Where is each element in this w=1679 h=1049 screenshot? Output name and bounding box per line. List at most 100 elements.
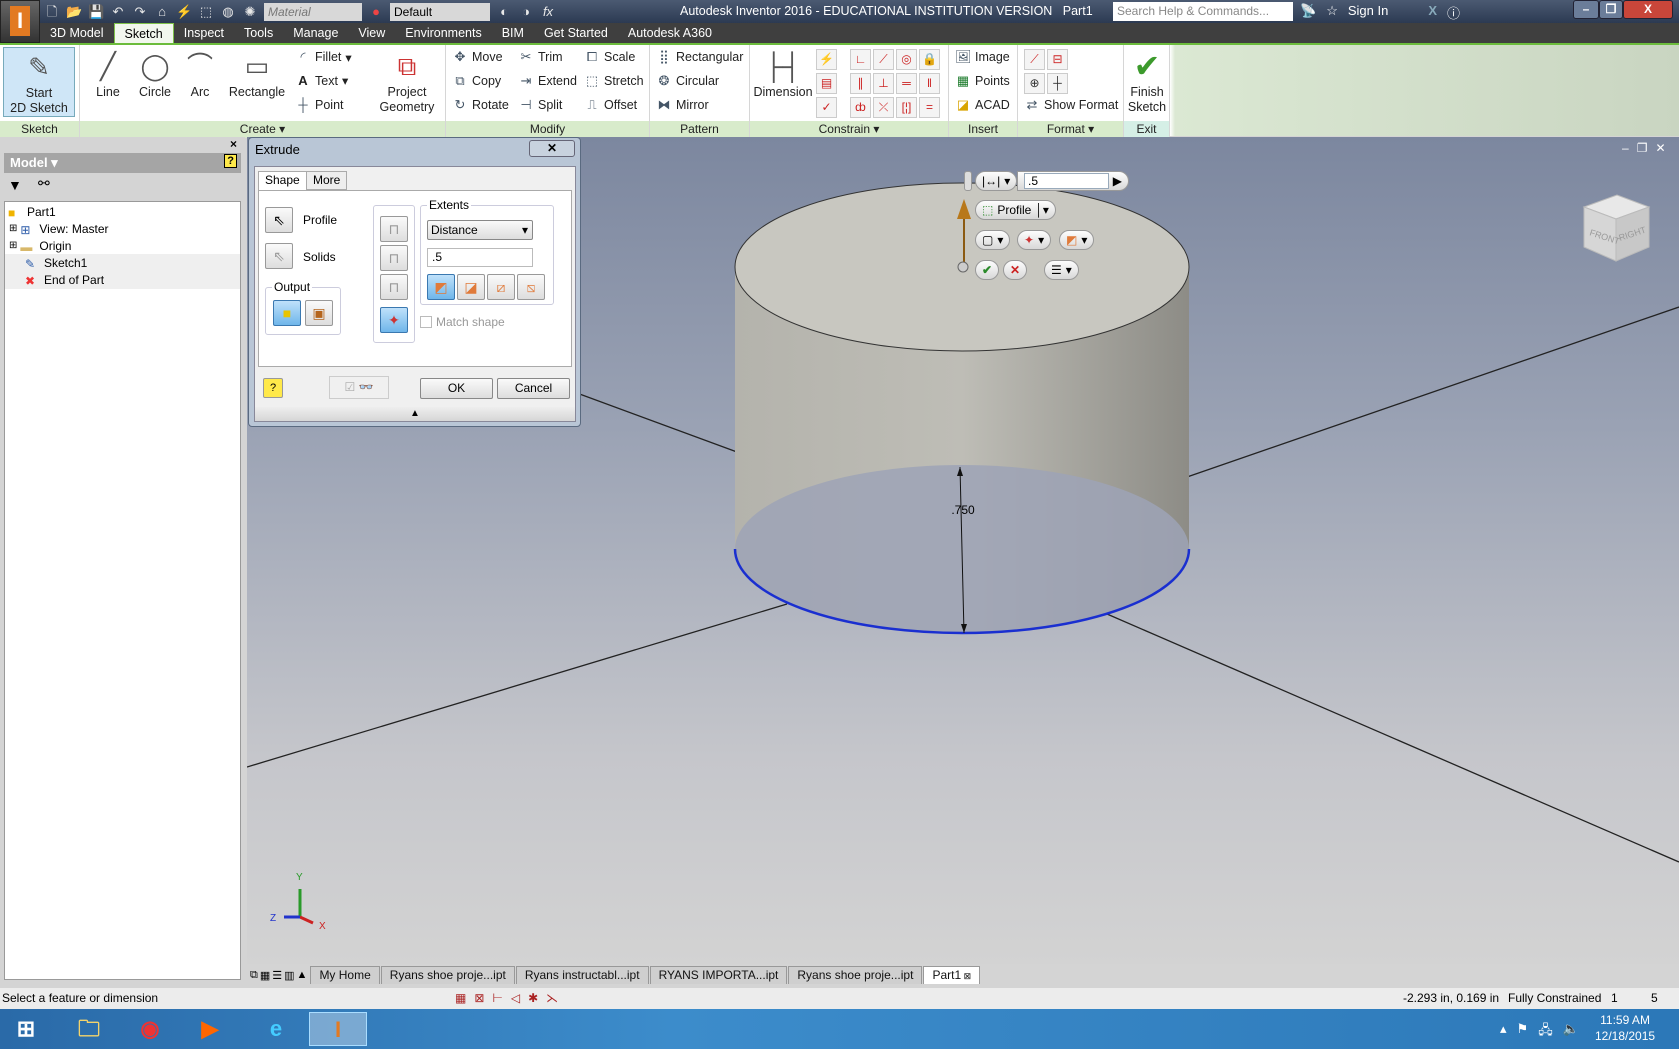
mirror-button[interactable]: ⧓ Mirror bbox=[656, 97, 709, 113]
undo-icon[interactable]: ↶ bbox=[110, 4, 126, 20]
browser-header[interactable]: Model ▾ ? bbox=[4, 153, 241, 173]
offset-button[interactable]: ⎍ Offset bbox=[584, 97, 637, 113]
points-button[interactable]: ▦ Points bbox=[955, 73, 1010, 89]
document-tab[interactable]: My Home bbox=[310, 966, 380, 984]
restore-button[interactable]: ❐ bbox=[1599, 0, 1623, 19]
direction-2-button[interactable]: ◪ bbox=[457, 274, 485, 300]
find-icon[interactable]: ⚯ bbox=[38, 175, 50, 192]
cascade-icon[interactable]: ⧉ bbox=[250, 969, 258, 982]
horizontal-tile-icon[interactable]: ☰ bbox=[272, 969, 282, 982]
viewport-restore-icon[interactable]: ❐ bbox=[1637, 141, 1648, 155]
network-icon[interactable]: 🖧 bbox=[1538, 1021, 1553, 1043]
cut-button[interactable]: ⊓ bbox=[380, 245, 408, 271]
coincident-icon[interactable]: ∟ bbox=[850, 49, 871, 70]
point-button[interactable]: ┼ Point bbox=[295, 97, 343, 112]
symmetric-button[interactable]: ⧄ bbox=[487, 274, 515, 300]
tangent-icon[interactable]: ȸ bbox=[850, 97, 871, 118]
symmetric-icon[interactable]: [¦] bbox=[896, 97, 917, 118]
document-tab[interactable]: Ryans shoe proje...ipt bbox=[380, 966, 515, 984]
document-tab[interactable]: RYANS IMPORTA...ipt bbox=[649, 966, 788, 984]
tree-item[interactable]: ■ Part1 bbox=[5, 203, 240, 221]
communication-icon[interactable]: 📡 bbox=[1300, 3, 1316, 22]
action-center-icon[interactable]: ⚑ bbox=[1517, 1021, 1529, 1043]
trim-button[interactable]: ✂ Trim bbox=[518, 49, 563, 65]
concentric-icon[interactable]: ◎ bbox=[896, 49, 917, 70]
tray-expand-icon[interactable]: ▴ bbox=[1500, 1021, 1507, 1043]
center-point-icon[interactable]: ⊕ bbox=[1024, 73, 1045, 94]
browser-close-icon[interactable]: × bbox=[230, 137, 237, 151]
inference-icon[interactable]: ✱ bbox=[528, 988, 538, 1009]
ribbon-tab-bim[interactable]: BIM bbox=[492, 23, 534, 43]
output-dropdown[interactable]: ▢ ▾ bbox=[975, 230, 1011, 250]
redo-icon[interactable]: ↷ bbox=[132, 4, 148, 20]
tree-item[interactable]: ✎ Sketch1 bbox=[5, 254, 240, 272]
perpendicular-icon[interactable]: ⊥ bbox=[873, 73, 894, 94]
ribbon-tab-tools[interactable]: Tools bbox=[234, 23, 283, 43]
ok-mini-button[interactable]: ✔ bbox=[975, 260, 1000, 280]
vertical-tile-icon[interactable]: ▥ bbox=[284, 969, 294, 982]
dimension-value[interactable]: .750 bbox=[951, 503, 975, 517]
viewcube[interactable]: FRONT RIGHT bbox=[1582, 194, 1651, 262]
ribbon-tab-3d-model[interactable]: 3D Model bbox=[40, 23, 114, 43]
rotate-button[interactable]: ↻ Rotate bbox=[452, 97, 509, 113]
extents-type-select[interactable]: Distance ▾ bbox=[427, 220, 533, 240]
ribbon-tab-view[interactable]: View bbox=[348, 23, 395, 43]
fillet-button[interactable]: ◜ Fillet ▾ bbox=[295, 49, 351, 65]
sign-in-button[interactable]: Sign In bbox=[1348, 3, 1388, 22]
ribbon-tab-autodesk-a360[interactable]: Autodesk A360 bbox=[618, 23, 722, 43]
distance-type-dropdown[interactable]: |↔| ▾ bbox=[975, 171, 1018, 191]
circular-pattern-button[interactable]: ❂ Circular bbox=[656, 73, 720, 89]
options-dropdown[interactable]: ☰ ▾ bbox=[1044, 260, 1079, 280]
solid-output-button[interactable]: ■ bbox=[273, 300, 301, 326]
tree-item[interactable]: ⊞ ▬ Origin bbox=[5, 237, 240, 255]
help-button[interactable]: ? bbox=[263, 378, 283, 398]
match-shape-checkbox[interactable]: Match shape bbox=[420, 315, 505, 329]
constraint-icon[interactable]: ⋋ bbox=[546, 988, 558, 1009]
arc-button[interactable]: ⌒ Arc bbox=[182, 47, 218, 100]
tab-more[interactable]: More bbox=[306, 171, 348, 190]
clear-appearance-icon[interactable]: ◐ bbox=[496, 4, 512, 20]
minimize-button[interactable]: – bbox=[1573, 0, 1599, 19]
collinear-icon[interactable]: ⟋ bbox=[873, 49, 894, 70]
tree-item[interactable]: ✖ End of Part bbox=[5, 271, 240, 289]
show-constraints-icon[interactable]: ⊠ bbox=[474, 988, 484, 1009]
centerline-icon[interactable]: ┼ bbox=[1047, 73, 1068, 94]
fix-icon[interactable]: 🔒 bbox=[919, 49, 940, 70]
grip-handle[interactable] bbox=[964, 171, 972, 191]
new-solid-button[interactable]: ✦ bbox=[380, 307, 408, 333]
manipulator-origin[interactable] bbox=[957, 261, 969, 273]
parameters-icon[interactable]: fx bbox=[540, 4, 556, 20]
smooth-icon[interactable]: ⤫ bbox=[873, 97, 894, 118]
start-2d-sketch-button[interactable]: ✎ Start 2D Sketch bbox=[3, 47, 75, 117]
equal-icon[interactable]: = bbox=[919, 97, 940, 118]
ok-button[interactable]: OK bbox=[420, 378, 493, 399]
dimension-button[interactable]: ├┤ Dimension bbox=[752, 47, 814, 100]
show-constraints-icon[interactable]: ▤ bbox=[816, 73, 837, 94]
view-icon[interactable]: ◁ bbox=[511, 988, 520, 1009]
text-button[interactable]: A Text ▾ bbox=[295, 73, 348, 88]
horizontal-icon[interactable]: ═ bbox=[896, 73, 917, 94]
adjust-icon[interactable]: ◑ bbox=[518, 4, 534, 20]
circle-button[interactable]: ◯ Circle bbox=[132, 47, 178, 100]
show-format-button[interactable]: ⇄ Show Format bbox=[1024, 97, 1119, 113]
document-tab[interactable]: Ryans instructabl...ipt bbox=[515, 966, 649, 984]
distance-input[interactable]: .5 bbox=[1024, 173, 1109, 189]
tile-icon[interactable]: ▦ bbox=[260, 969, 270, 982]
grid-snap-icon[interactable]: ▦ bbox=[455, 988, 466, 1009]
acad-button[interactable]: ◪ ACAD bbox=[955, 97, 1010, 113]
color-wheel-icon[interactable]: ● bbox=[368, 4, 384, 20]
select-icon[interactable]: ⬚ bbox=[198, 4, 214, 20]
material-select[interactable]: Material bbox=[264, 2, 362, 21]
scale-button[interactable]: ⧠ Scale bbox=[584, 49, 635, 65]
finish-sketch-button[interactable]: ✔ Finish Sketch bbox=[1126, 47, 1168, 115]
split-button[interactable]: ⊣ Split bbox=[518, 97, 562, 113]
dialog-close-button[interactable]: ✕ bbox=[529, 140, 575, 157]
ie-taskbar-button[interactable]: e bbox=[250, 1012, 302, 1046]
viewport-close-icon[interactable]: ✕ bbox=[1655, 141, 1665, 155]
document-tab[interactable]: Ryans shoe proje...ipt bbox=[788, 966, 923, 984]
tab-menu-icon[interactable]: ▲ bbox=[297, 969, 308, 981]
dimension-display-icon[interactable]: ⊢ bbox=[492, 988, 502, 1009]
application-menu-button[interactable]: I bbox=[0, 0, 40, 43]
parallel-icon[interactable]: ∥ bbox=[850, 73, 871, 94]
move-button[interactable]: ✥ Move bbox=[452, 49, 503, 65]
